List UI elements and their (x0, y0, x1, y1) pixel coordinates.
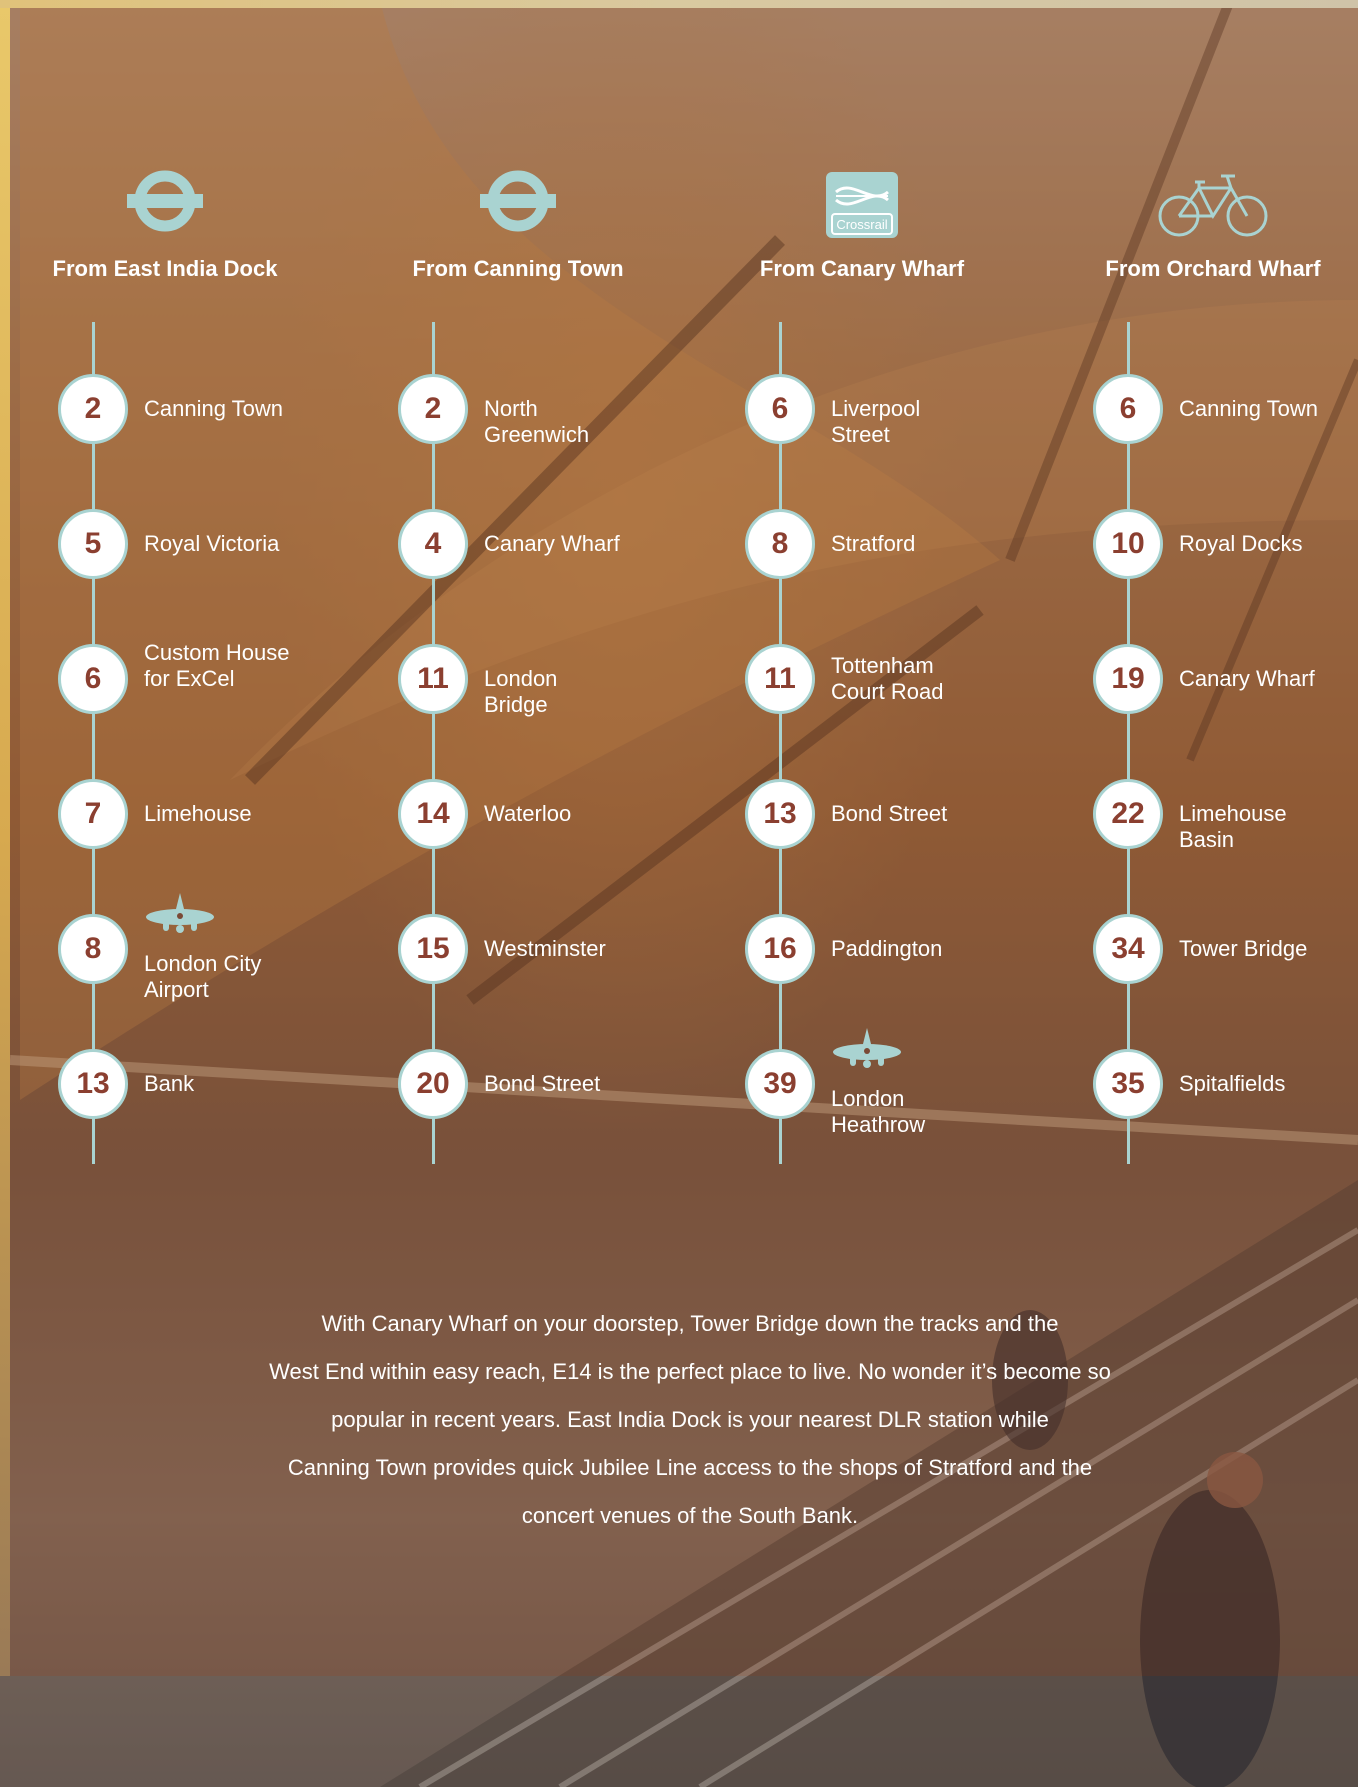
paragraph-line: concert venues of the South Bank. (521, 1503, 859, 1528)
destination-label: Canning Town (1179, 396, 1319, 421)
paragraph-line: Canning Town provides quick Jubilee Line… (287, 1455, 1093, 1480)
minutes-badge: 6 (1093, 374, 1163, 444)
bicycle-icon (1153, 168, 1273, 243)
minutes-badge: 10 (1093, 509, 1163, 579)
route-line (1127, 322, 1130, 1164)
minutes-badge: 34 (1093, 914, 1163, 984)
minutes-badge: 22 (1093, 779, 1163, 849)
destination-label: Canary Wharf (1179, 666, 1315, 691)
journey-column: From Orchard Wharf 6 Canning Town 10 Royal D… (0, 0, 1358, 1180)
column-title: From Orchard Wharf (1105, 256, 1321, 281)
destination-label: Royal Docks (1179, 531, 1303, 556)
destination-label: Spitalfields (1179, 1071, 1286, 1096)
paragraph-line: popular in recent years. East India Dock… (331, 1407, 1049, 1432)
paragraph-line: West End within easy reach, E14 is the p… (269, 1359, 1111, 1384)
destination-label: Tower Bridge (1179, 936, 1308, 961)
intro-paragraph: With Canary Wharf on your doorstep, Towe… (150, 1300, 1230, 1540)
destination-label: Limehouse Basin (1179, 801, 1287, 852)
minutes-badge: 19 (1093, 644, 1163, 714)
paragraph-line: With Canary Wharf on your doorstep, Towe… (321, 1311, 1059, 1336)
minutes-badge: 35 (1093, 1049, 1163, 1119)
